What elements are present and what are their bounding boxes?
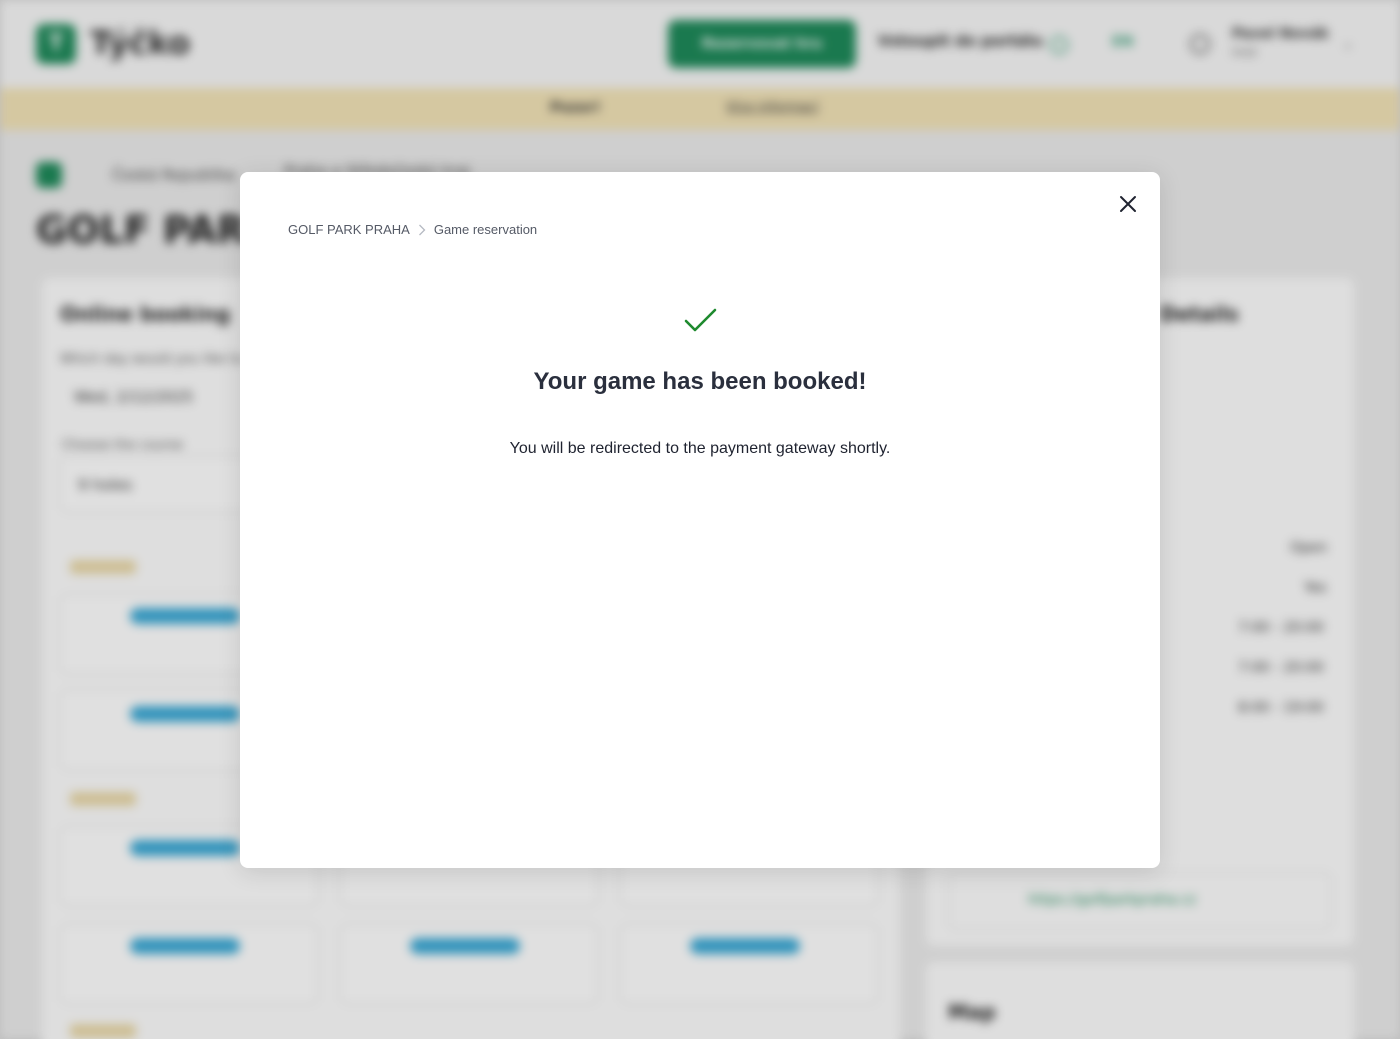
- close-icon: [1120, 196, 1136, 212]
- modal-breadcrumb: GOLF PARK PRAHA Game reservation: [288, 222, 537, 237]
- breadcrumb-current: Game reservation: [433, 222, 538, 237]
- booking-confirmation-modal: GOLF PARK PRAHA Game reservation Your ga…: [240, 172, 1160, 868]
- success-title: Your game has been booked!: [533, 368, 867, 395]
- close-button[interactable]: [1112, 188, 1144, 220]
- chevron-right-icon: [418, 224, 426, 236]
- success-message: You will be redirected to the payment ga…: [509, 440, 891, 457]
- breadcrumb-venue[interactable]: GOLF PARK PRAHA: [288, 222, 410, 237]
- checkmark-icon: [684, 308, 717, 332]
